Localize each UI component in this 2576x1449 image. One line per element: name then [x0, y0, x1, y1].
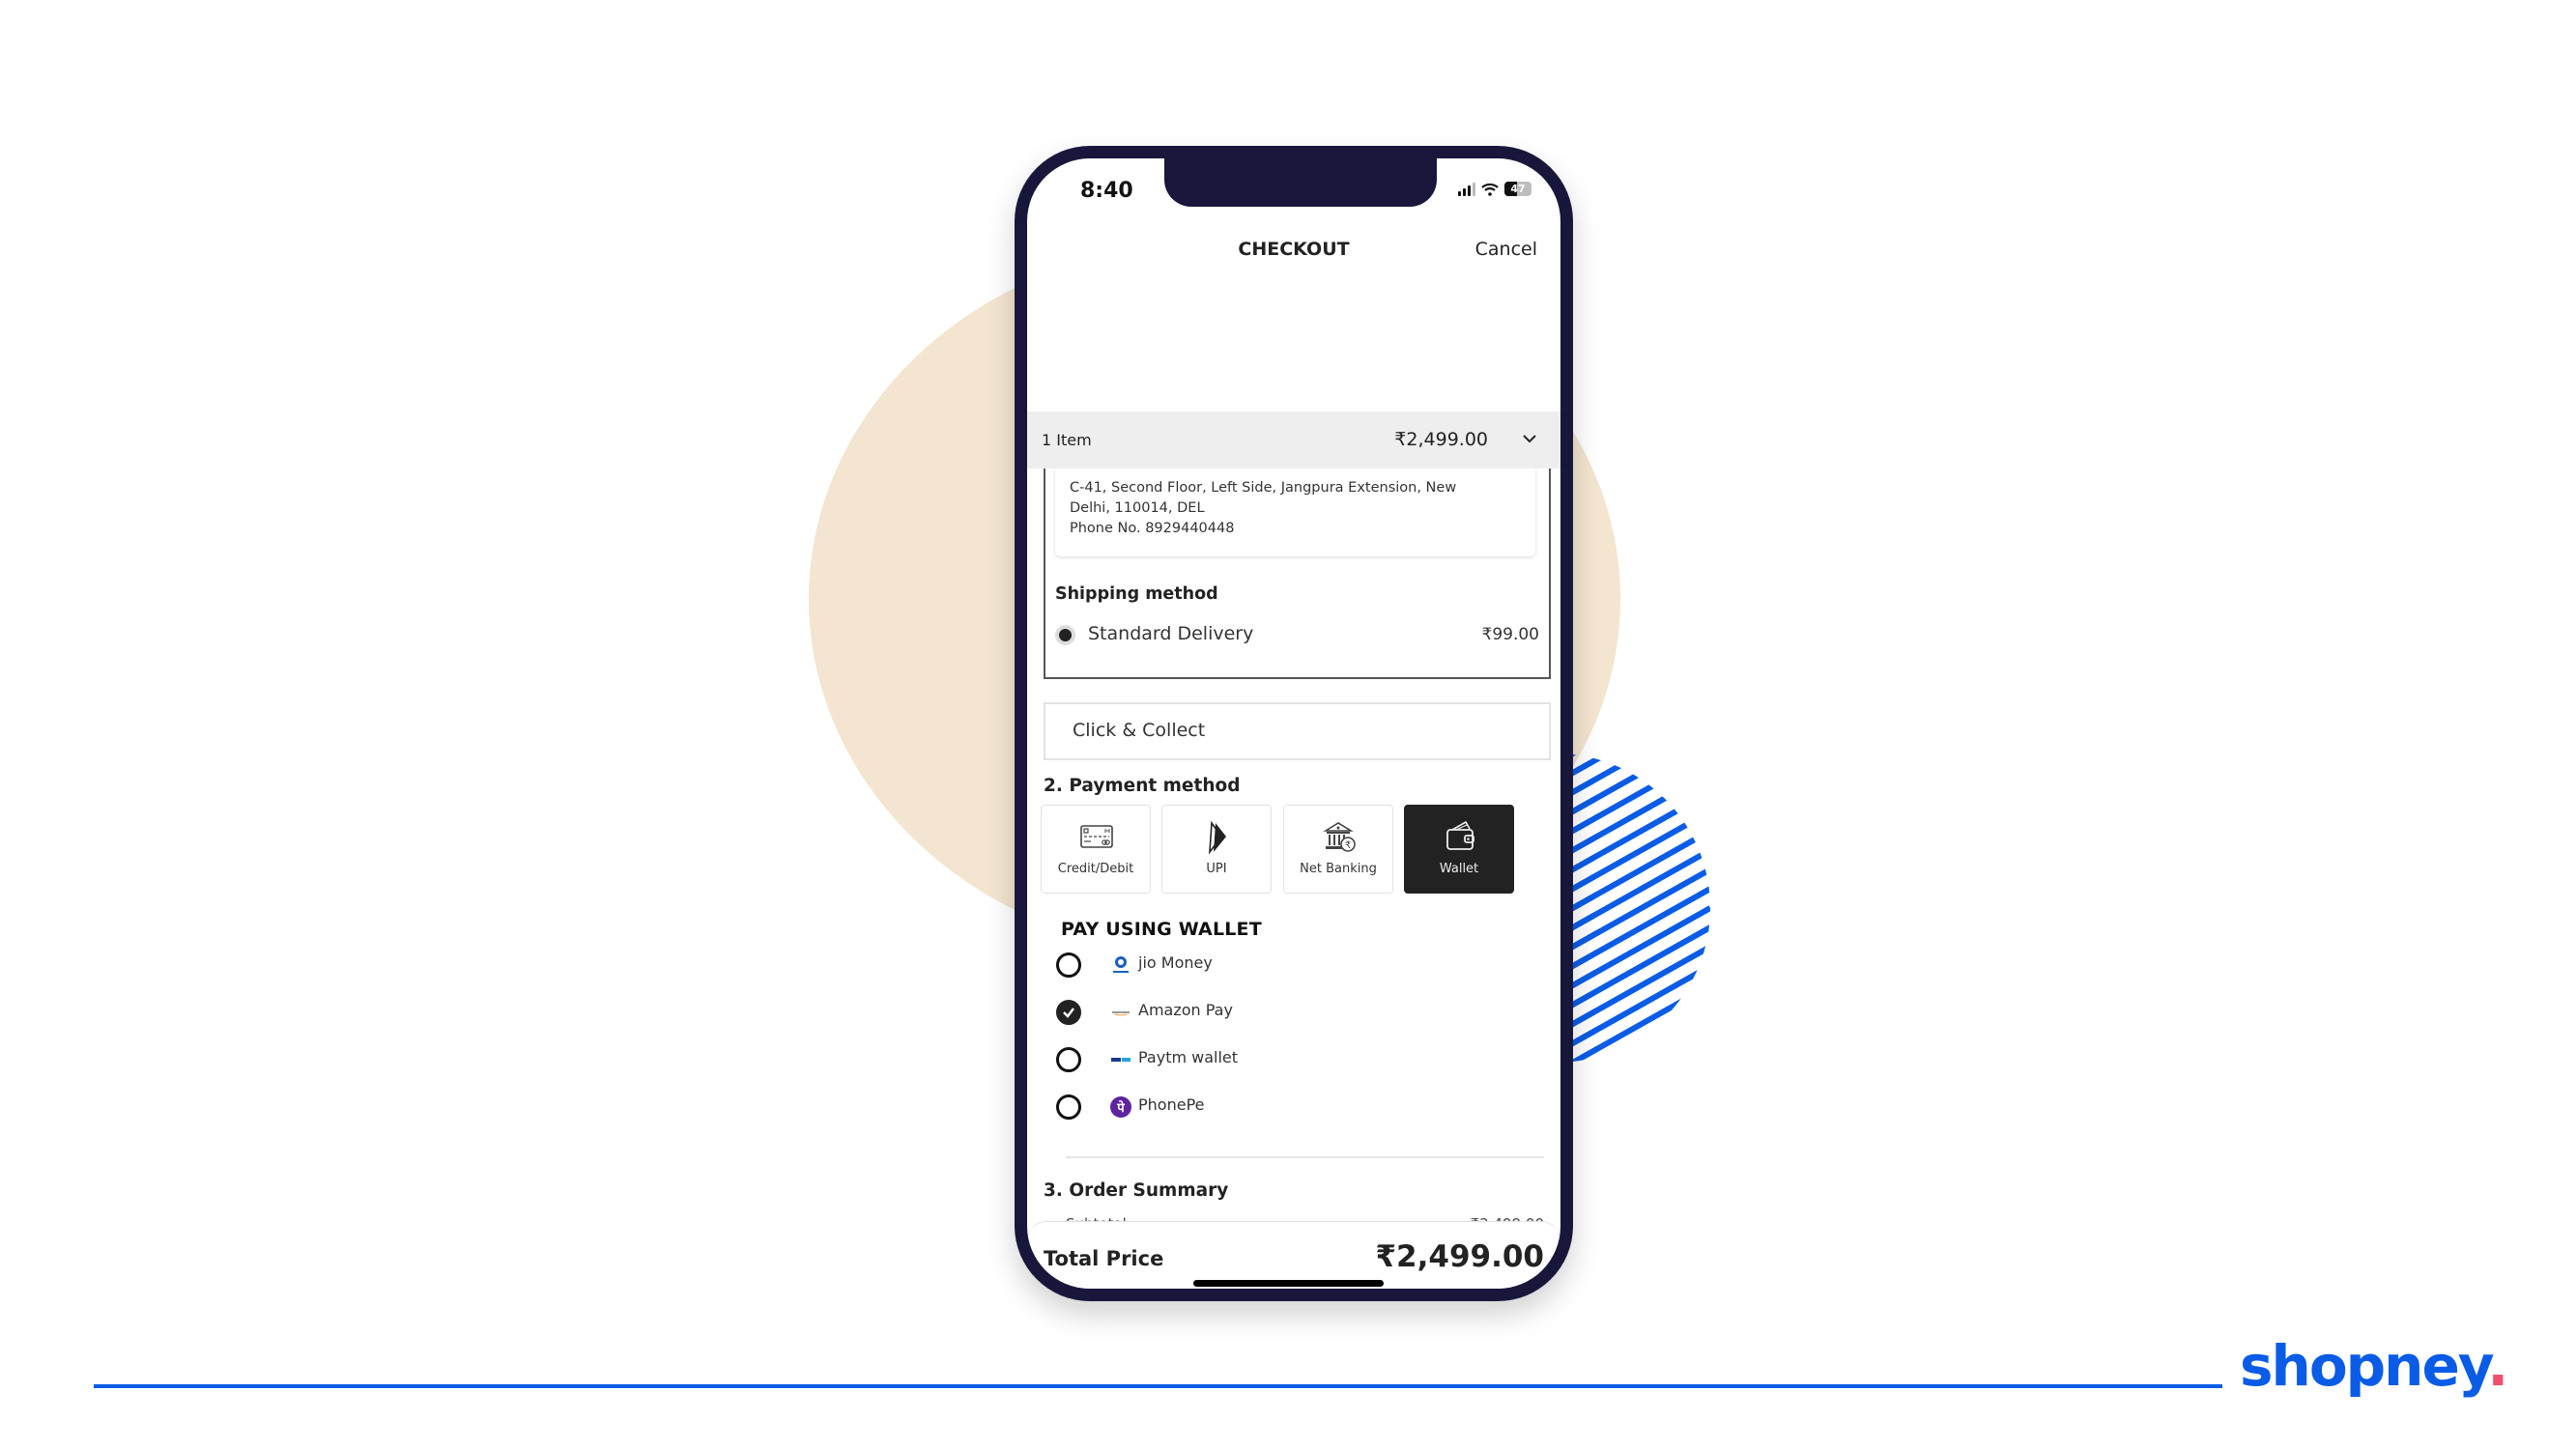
- payment-tile-label: Net Banking: [1300, 862, 1377, 876]
- shipping-option-label: Standard Delivery: [1088, 623, 1254, 644]
- address-line-2: Delhi, 110014, DEL: [1070, 500, 1205, 516]
- wallet-option-phonepe[interactable]: पे PhonePe: [1056, 1093, 1520, 1122]
- paytm-logo: [1111, 1058, 1131, 1062]
- payment-method-tiles: Credit/Debit UPI ₹ Net Banking Wallet: [1041, 805, 1553, 894]
- payment-tile-label: Credit/Debit: [1057, 862, 1134, 876]
- status-icons: 47: [1458, 182, 1531, 196]
- wallet-option-label: Paytm wallet: [1138, 1048, 1239, 1066]
- payment-tile-wallet[interactable]: Wallet: [1404, 805, 1514, 894]
- payment-tile-net-banking[interactable]: ₹ Net Banking: [1283, 805, 1393, 894]
- radio-unchecked[interactable]: [1056, 952, 1081, 978]
- payment-method-title: 2. Payment method: [1044, 776, 1241, 796]
- shipping-option-standard[interactable]: Standard Delivery ₹99.00: [1055, 621, 1539, 648]
- phone-screen: 8:40 47 CHECKOUT Cancel 1 Item ₹2,499.00: [1027, 158, 1560, 1289]
- address-phone: Phone No. 8929440448: [1070, 521, 1235, 536]
- wallet-icon: [1446, 820, 1474, 850]
- amazon-pay-logo: [1112, 1011, 1130, 1016]
- payment-tile-upi[interactable]: UPI: [1161, 805, 1272, 894]
- radio-checked[interactable]: [1056, 1000, 1081, 1025]
- checkout-content: C-41, Second Floor, Left Side, Jangpura …: [1027, 466, 1560, 1289]
- phonepe-logo: पे: [1110, 1096, 1131, 1118]
- phone-notch: [1164, 158, 1437, 207]
- address-line-1: C-41, Second Floor, Left Side, Jangpura …: [1070, 480, 1457, 496]
- section-divider: [1066, 1156, 1544, 1158]
- footer-rule: [94, 1384, 2222, 1388]
- radio-unchecked[interactable]: [1056, 1047, 1081, 1072]
- svg-text:पे: पे: [1116, 1100, 1125, 1116]
- payment-tile-label: UPI: [1206, 862, 1227, 876]
- battery-icon: 47: [1504, 182, 1531, 196]
- item-count: 1 Item: [1042, 431, 1092, 449]
- credit-card-icon: [1080, 825, 1113, 848]
- wifi-icon: [1481, 183, 1499, 196]
- wallet-option-jio-money[interactable]: jio Money: [1056, 951, 1520, 980]
- brand-name: shopney: [2240, 1333, 2489, 1399]
- wallet-option-label: jio Money: [1138, 953, 1213, 972]
- shipping-option-price: ₹99.00: [1481, 625, 1539, 644]
- chevron-down-icon[interactable]: [1520, 429, 1539, 448]
- radio-unchecked[interactable]: [1056, 1094, 1081, 1120]
- signal-icon: [1458, 182, 1475, 196]
- total-price-label: Total Price: [1044, 1247, 1164, 1270]
- wallet-option-label: Amazon Pay: [1138, 1001, 1233, 1019]
- payment-tile-label: Wallet: [1439, 862, 1479, 876]
- checkout-footer: Total Price ₹2,499.00 Place order & pay: [1027, 1221, 1560, 1289]
- wallet-option-amazon-pay[interactable]: Amazon Pay: [1056, 998, 1520, 1027]
- wallet-option-label: PhonePe: [1138, 1095, 1205, 1114]
- shipping-section: C-41, Second Floor, Left Side, Jangpura …: [1044, 466, 1551, 679]
- order-summary-title: 3. Order Summary: [1044, 1180, 1229, 1201]
- address-card[interactable]: C-41, Second Floor, Left Side, Jangpura …: [1055, 466, 1535, 556]
- payment-tile-credit-debit[interactable]: Credit/Debit: [1041, 805, 1151, 894]
- brand-dot: .: [2487, 1333, 2508, 1399]
- home-indicator[interactable]: [1193, 1280, 1384, 1287]
- phone-mockup: 8:40 47 CHECKOUT Cancel 1 Item ₹2,499.00: [1015, 146, 1573, 1301]
- jio-money-logo: [1113, 956, 1129, 973]
- svg-text:₹: ₹: [1345, 840, 1351, 851]
- wallet-section-title: PAY USING WALLET: [1061, 919, 1262, 940]
- battery-level: 47: [1510, 183, 1526, 195]
- click-collect-label: Click & Collect: [1073, 720, 1206, 741]
- cart-price: ₹2,499.00: [1394, 429, 1488, 450]
- shopney-logo: shopney.: [2240, 1338, 2508, 1394]
- cart-summary-bar[interactable]: 1 Item ₹2,499.00: [1027, 412, 1560, 469]
- shipping-method-title: Shipping method: [1055, 584, 1218, 604]
- wallet-option-paytm[interactable]: Paytm wallet: [1056, 1045, 1520, 1074]
- status-time: 8:40: [1080, 179, 1133, 203]
- upi-icon: [1209, 820, 1226, 855]
- total-price-value: ₹2,499.00: [1375, 1239, 1544, 1274]
- bank-icon: ₹: [1323, 822, 1356, 852]
- cancel-button[interactable]: Cancel: [1475, 239, 1537, 260]
- checkmark-icon: [1063, 1008, 1074, 1018]
- click-collect-option[interactable]: Click & Collect: [1044, 702, 1551, 760]
- radio-selected[interactable]: [1055, 625, 1075, 645]
